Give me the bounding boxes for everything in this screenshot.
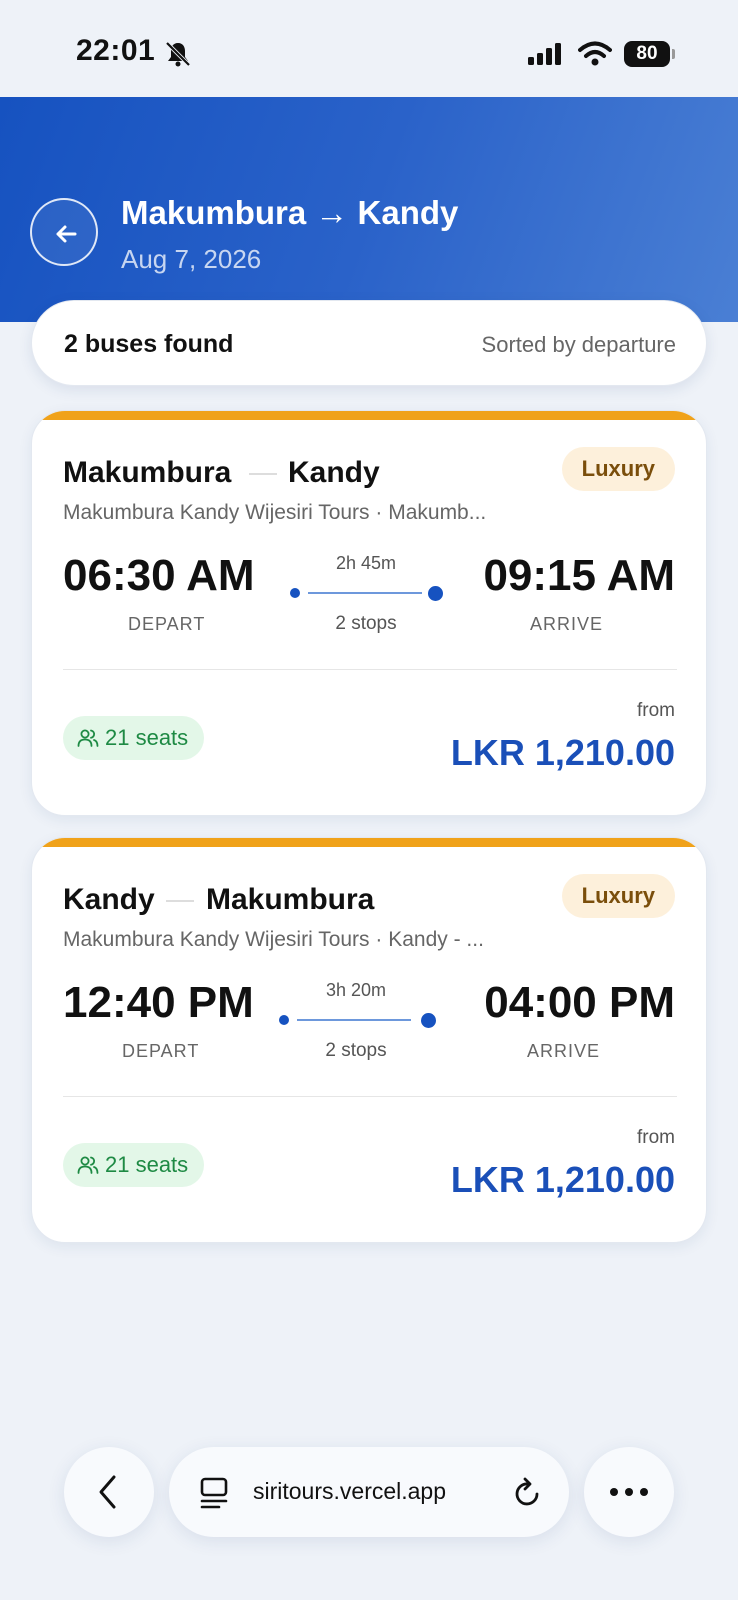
depart-label: DEPART (128, 614, 206, 634)
class-badge: Luxury (561, 874, 675, 918)
address-bar[interactable]: siritours.vercel.app (169, 1447, 569, 1537)
operator-name: Makumbura Kandy Wijesiri Tours · Makumb.… (63, 501, 487, 524)
url-text[interactable]: siritours.vercel.app (253, 1478, 493, 1505)
origin-city: Makumbura (63, 456, 232, 489)
seats-available: 21 seats (105, 725, 189, 750)
signal-icon (528, 43, 561, 65)
seats-available: 21 seats (105, 1152, 189, 1177)
battery-nub (672, 49, 675, 59)
origin-city: Kandy (63, 883, 155, 916)
battery-icon: 80 (624, 41, 670, 67)
trip-duration: 2h 45m (335, 553, 397, 573)
arrive-time: 04:00 PM (484, 978, 675, 1027)
route-dash (166, 900, 194, 902)
bus-result-card[interactable]: Kandy Makumbura Luxury Makumbura Kandy W… (31, 837, 707, 1243)
route-title: Makumbura → Kandy (121, 194, 459, 231)
reader-icon[interactable] (199, 1476, 231, 1510)
back-button[interactable] (30, 198, 98, 266)
fare-price: LKR 1,210.00 (450, 732, 675, 773)
bus-result-card[interactable]: Makumbura Kandy Luxury Makumbura Kandy W… (31, 410, 707, 816)
price-from-label: from (637, 1127, 675, 1148)
sort-label[interactable]: Sorted by departure (482, 332, 676, 358)
card-divider (63, 1096, 677, 1097)
price-from-label: from (637, 700, 675, 721)
card-divider (63, 669, 677, 670)
arrive-label: ARRIVE (530, 614, 604, 634)
results-count: 2 buses found (64, 330, 234, 358)
more-options-button[interactable] (584, 1447, 674, 1537)
card-accent-bar (32, 838, 706, 847)
bell-slash-icon (165, 41, 191, 67)
route-dash (249, 473, 277, 475)
depart-time: 12:40 PM (63, 978, 254, 1027)
stops-count: 2 stops (325, 1040, 387, 1061)
seats-badge: 21 seats (63, 716, 205, 760)
destination-city: Makumbura (206, 883, 375, 916)
destination-city: Kandy (288, 456, 380, 489)
destination-dot (421, 1013, 436, 1028)
depart-label: DEPART (122, 1041, 200, 1061)
arrow-left-icon (56, 225, 77, 243)
status-bar: 22:01 80 (0, 0, 738, 97)
users-icon (77, 1156, 99, 1174)
origin-dot (279, 1015, 289, 1025)
route-date: Aug 7, 2026 (121, 244, 262, 274)
card-accent-bar (32, 411, 706, 420)
users-icon (77, 729, 99, 747)
chevron-left-icon (99, 1475, 116, 1509)
fare-price: LKR 1,210.00 (450, 1159, 675, 1200)
status-time: 22:01 (76, 34, 156, 67)
arrive-label: ARRIVE (527, 1041, 601, 1061)
origin-dot (290, 588, 300, 598)
class-badge: Luxury (561, 447, 675, 491)
trip-duration: 3h 20m (325, 980, 387, 1000)
route-line (308, 592, 422, 594)
more-icon (610, 1488, 648, 1496)
wifi-icon (578, 41, 612, 66)
depart-time: 06:30 AM (63, 551, 255, 600)
destination-dot (428, 586, 443, 601)
results-summary: 2 buses found Sorted by departure (31, 300, 707, 386)
operator-name: Makumbura Kandy Wijesiri Tours · Kandy -… (63, 928, 484, 951)
reload-icon[interactable] (511, 1475, 545, 1511)
browser-back-button[interactable] (64, 1447, 154, 1537)
route-line (297, 1019, 411, 1021)
battery-level: 80 (636, 43, 658, 64)
seats-badge: 21 seats (63, 1143, 205, 1187)
arrive-time: 09:15 AM (483, 551, 675, 600)
stops-count: 2 stops (335, 613, 397, 634)
